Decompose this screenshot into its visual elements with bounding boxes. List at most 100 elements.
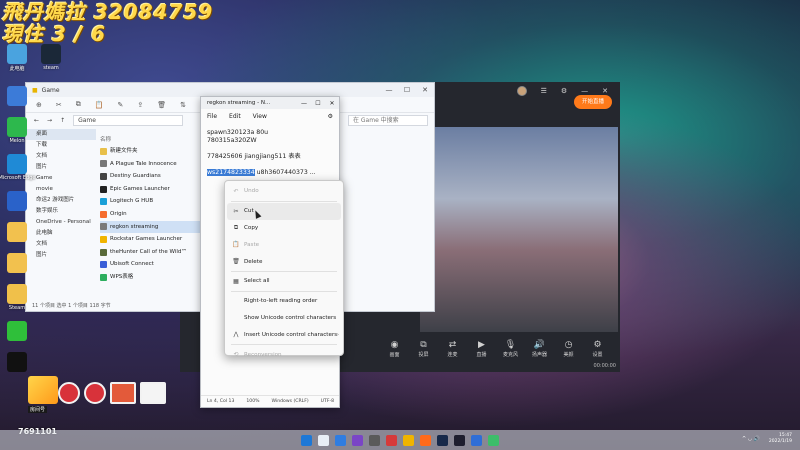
stream-tool-button[interactable]: ⇄ 连麦	[438, 339, 467, 358]
list-item[interactable]: Epic Games Launcher	[100, 183, 210, 196]
menu-item-select-all[interactable]: ▦ Select all	[225, 273, 343, 290]
forward-icon[interactable]: →	[47, 117, 52, 124]
settings-icon[interactable]: ⚙	[561, 87, 567, 95]
nav-item[interactable]: movie	[26, 184, 96, 195]
widget-button[interactable]	[140, 382, 166, 404]
desktop-icon[interactable]	[2, 253, 32, 274]
nav-item[interactable]: OneDrive - Personal	[26, 217, 96, 228]
list-item[interactable]: 新建文件夹	[100, 145, 210, 158]
delete-icon: 🗑	[232, 258, 240, 266]
taskbar-app-icon[interactable]	[454, 434, 465, 446]
maximize-icon[interactable]: ☐	[398, 86, 416, 94]
list-item[interactable]: Origin	[100, 208, 210, 221]
settings-icon[interactable]: ⚙	[328, 113, 333, 120]
up-icon[interactable]: ↑	[60, 117, 65, 124]
desktop-icon[interactable]: Melon	[2, 117, 32, 144]
menu-item-delete[interactable]: 🗑 Delete	[225, 253, 343, 270]
widget-button[interactable]	[84, 382, 106, 404]
list-item[interactable]: Rockstar Games Launcher	[100, 233, 210, 246]
system-tray[interactable]: ^ ◡ 🔊	[742, 436, 760, 442]
desktop-icon[interactable]	[2, 352, 32, 373]
desktop-icon[interactable]: Steam	[2, 284, 32, 311]
notepad-text-area[interactable]: spawn320123a 80u 780315a320ZW 778425606 …	[201, 123, 339, 177]
menu-item-copy[interactable]: ⧉ Copy	[225, 220, 343, 237]
stream-tool-button[interactable]: 🎙 麦克风	[496, 339, 525, 358]
taskbar-app-icon[interactable]	[318, 434, 329, 446]
stream-tool-button[interactable]: ⚙ 设置	[583, 339, 612, 358]
new-icon[interactable]: ⊕	[36, 101, 42, 109]
menu-item-cut[interactable]: ✂ Cut	[227, 202, 341, 220]
paste-icon[interactable]: 📋	[95, 101, 104, 109]
maximize-icon[interactable]: ☐	[311, 100, 325, 107]
desktop-icon[interactable]: 此电脑	[2, 44, 32, 72]
cut-icon[interactable]: ✂	[56, 101, 62, 109]
name-column-header[interactable]: 名称	[100, 135, 210, 145]
back-icon[interactable]: ←	[34, 117, 39, 124]
nav-item[interactable]: 桌面	[26, 129, 96, 140]
menu-file[interactable]: File	[207, 113, 217, 120]
taskbar-app-icon[interactable]	[488, 434, 499, 446]
stream-tool-icon: ◷	[564, 339, 573, 350]
nav-item[interactable]: 图片	[26, 250, 96, 261]
taskbar-app-icon[interactable]	[369, 434, 380, 446]
start-live-button[interactable]: 开始直播	[574, 95, 612, 109]
menu-view[interactable]: View	[253, 113, 267, 120]
close-icon[interactable]: ✕	[325, 100, 339, 107]
share-icon[interactable]: ⇪	[137, 101, 143, 109]
nav-item[interactable]: 此电脑	[26, 228, 96, 239]
sort-icon[interactable]: ⇅	[180, 101, 186, 109]
nav-item[interactable]: 文档	[26, 151, 96, 162]
minimize-icon[interactable]: —	[380, 86, 398, 94]
desktop-icon[interactable]: Microsoft Edge	[0, 154, 35, 181]
taskbar-app-icon[interactable]	[437, 434, 448, 446]
nav-item[interactable]: 数字娱乐	[26, 206, 96, 217]
taskbar-app-icon[interactable]	[420, 434, 431, 446]
rename-icon[interactable]: ✎	[117, 101, 123, 109]
menu-item-insert-unicode[interactable]: ⋀ Insert Unicode control characters ›	[225, 326, 343, 343]
nav-item[interactable]: 下载	[26, 140, 96, 151]
copy-icon[interactable]: ⧉	[76, 100, 81, 109]
desktop-icon[interactable]	[2, 321, 32, 342]
stream-tool-button[interactable]: ◷ 美颜	[554, 339, 583, 358]
menu-item-show-unicode[interactable]: Show Unicode control characters	[225, 310, 343, 327]
nav-item[interactable]: Game	[26, 173, 96, 184]
taskbar-clock[interactable]: 15:47 2022/1/19	[769, 433, 792, 445]
list-item[interactable]: Destiny Guardians	[100, 170, 210, 183]
taskbar-app-icon[interactable]	[335, 434, 346, 446]
list-item[interactable]: Ubisoft Connect	[100, 258, 210, 271]
nav-item[interactable]: 命运2 游戏图片	[26, 195, 96, 206]
desktop-icon[interactable]: steam	[36, 44, 66, 72]
close-icon[interactable]: ✕	[602, 87, 608, 95]
menu-item-rtl[interactable]: Right-to-left reading order	[225, 293, 343, 310]
taskbar-app-icon[interactable]	[386, 434, 397, 446]
list-item[interactable]: A Plague Tale Innocence	[100, 158, 210, 171]
list-item[interactable]: Logitech G HUB	[100, 195, 210, 208]
minimize-icon[interactable]: —	[581, 87, 588, 95]
address-path[interactable]: Game	[73, 114, 184, 126]
list-item[interactable]: WPS表格	[100, 271, 210, 284]
widget-button[interactable]	[110, 382, 136, 404]
taskbar-app-icon[interactable]	[301, 434, 312, 446]
list-item[interactable]: regkon streaming	[100, 220, 210, 234]
desktop-icon[interactable]	[2, 191, 32, 212]
menu-edit[interactable]: Edit	[229, 113, 241, 120]
widget-button[interactable]	[58, 382, 80, 404]
minimize-icon[interactable]: —	[297, 100, 311, 107]
taskbar-app-icon[interactable]	[403, 434, 414, 446]
list-item[interactable]: theHunter Call of the Wild™	[100, 246, 210, 259]
taskbar-app-icon[interactable]	[471, 434, 482, 446]
search-input[interactable]: 在 Game 中搜索	[348, 114, 428, 126]
stream-tool-button[interactable]: 🔊 扬声器	[525, 339, 554, 358]
stream-tool-button[interactable]: ▶ 直播	[467, 339, 496, 358]
taskbar-app-icon[interactable]	[352, 434, 363, 446]
desktop-icon[interactable]	[2, 222, 32, 243]
desktop-icon[interactable]	[2, 86, 32, 107]
stream-tool-button[interactable]: ◉ 画面	[380, 339, 409, 358]
avatar[interactable]	[516, 86, 527, 96]
delete-icon[interactable]: 🗑	[157, 101, 166, 109]
menu-icon[interactable]: ☰	[541, 87, 547, 95]
stream-tool-button[interactable]: ⧉ 投屏	[409, 339, 438, 358]
nav-item[interactable]: 图片	[26, 162, 96, 173]
close-icon[interactable]: ✕	[416, 86, 434, 94]
nav-item[interactable]: 文档	[26, 239, 96, 250]
